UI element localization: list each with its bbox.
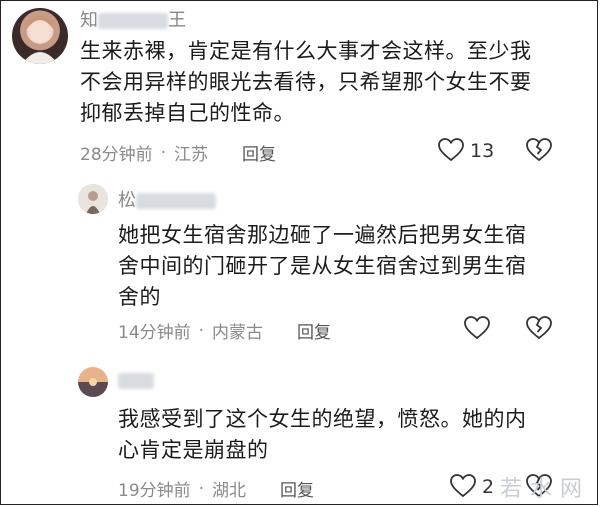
comment-text: 我感受到了这个女生的绝望，愤怒。她的内 心肯定是崩盘的 <box>118 404 527 466</box>
comment-line: 抑郁丢掉自己的性命。 <box>80 101 295 125</box>
reply-button[interactable]: 回复 <box>280 476 314 501</box>
comment-location: 湖北 <box>212 481 247 501</box>
comment-time: 28分钟前 <box>80 145 153 165</box>
comment-line: 舍中间的门砸开了是从女生宿舍过到男生宿 <box>118 254 527 278</box>
avatar[interactable] <box>78 184 108 214</box>
comment-text: 她把女生宿舍那边砸了一遍然后把男女生宿 舍中间的门砸开了是从女生宿舍过到男生宿 … <box>118 220 527 313</box>
comment-author[interactable]: 松 <box>118 186 216 212</box>
separator-dot: · <box>198 320 205 341</box>
like-count: 13 <box>470 140 495 162</box>
comment-author[interactable]: 知王 <box>80 6 186 32</box>
author-name-blurred <box>98 13 168 29</box>
broken-heart-icon[interactable] <box>526 138 552 162</box>
reply-button[interactable]: 回复 <box>242 140 276 165</box>
author-name-blurred <box>118 373 154 389</box>
comment-author[interactable] <box>118 370 154 391</box>
reply-button[interactable]: 回复 <box>297 318 331 343</box>
heart-outline-icon[interactable] <box>464 316 490 340</box>
heart-outline-icon[interactable] <box>438 138 464 162</box>
broken-heart-icon[interactable] <box>526 316 552 340</box>
comment-time: 19分钟前 <box>118 481 191 501</box>
comment-meta: 14分钟前 · 内蒙古 回复 <box>118 318 331 344</box>
avatar-photo-icon <box>78 367 108 397</box>
avatar[interactable] <box>12 8 68 64</box>
comment-location: 江苏 <box>174 145 209 165</box>
author-name-blurred <box>136 193 216 209</box>
comment-text: 生来赤裸，肯定是有什么大事才会这样。至少我 不会用异样的眼光去看待，只希望那个女… <box>80 36 532 129</box>
like-count: 2 <box>482 476 495 498</box>
comment-location: 内蒙古 <box>212 323 264 343</box>
separator-dot: · <box>160 142 167 163</box>
avatar[interactable] <box>78 367 108 397</box>
comment-meta: 28分钟前 · 江苏 回复 <box>80 140 276 166</box>
heart-outline-icon[interactable] <box>450 474 476 498</box>
comment-line: 心肯定是崩盘的 <box>118 438 269 462</box>
watermark: 若水网 <box>499 477 590 502</box>
separator-dot: · <box>198 478 205 499</box>
author-name-visible: 松 <box>118 190 136 211</box>
comment-time: 14分钟前 <box>118 323 191 343</box>
comment-line: 不会用异样的眼光去看待，只希望那个女生不要 <box>80 70 532 94</box>
comment-meta: 19分钟前 · 湖北 回复 <box>118 476 314 502</box>
avatar-photo-icon <box>22 16 58 64</box>
author-name-tail: 王 <box>168 10 186 31</box>
comment-line: 生来赤裸，肯定是有什么大事才会这样。至少我 <box>80 39 532 63</box>
avatar-photo-icon <box>78 184 108 214</box>
comment-line: 舍的 <box>118 285 161 309</box>
comment-line: 她把女生宿舍那边砸了一遍然后把男女生宿 <box>118 223 527 247</box>
author-name-visible: 知 <box>80 10 98 31</box>
comment-line: 我感受到了这个女生的绝望，愤怒。她的内 <box>118 407 527 431</box>
